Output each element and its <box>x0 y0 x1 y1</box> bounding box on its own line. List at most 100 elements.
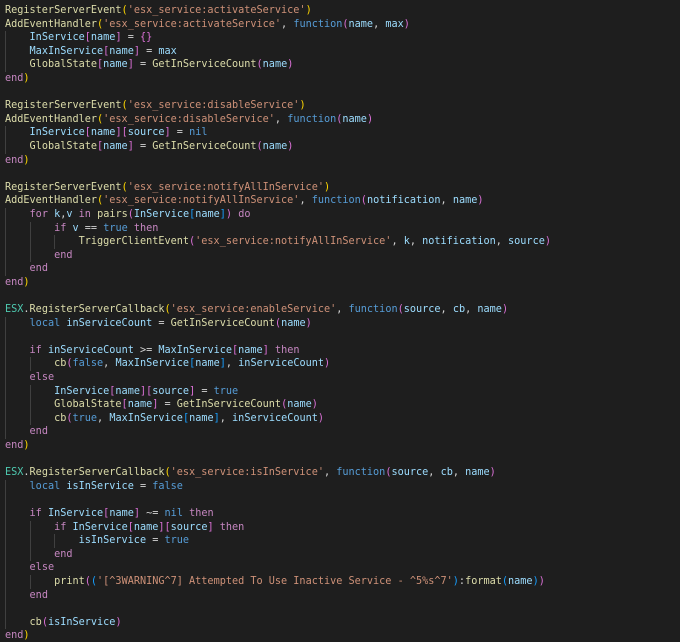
code-line[interactable]: end <box>5 248 551 263</box>
code-token: = <box>170 127 190 139</box>
code-token: name <box>262 59 288 71</box>
code-line[interactable]: end) <box>5 276 551 290</box>
code-line[interactable]: print(('[^3WARNING^7] Attempted To Use I… <box>5 574 551 589</box>
code-token: >= <box>133 344 159 356</box>
code-token: ESX <box>5 304 24 316</box>
code-token: name <box>90 127 116 139</box>
code-token: MaxInService <box>109 412 183 424</box>
code-line[interactable]: else <box>5 561 551 575</box>
code-line[interactable]: AddEventHandler('esx_service:disableServ… <box>5 113 551 127</box>
code-token: do <box>238 208 251 220</box>
code-token: then <box>133 222 159 234</box>
code-token: format <box>465 575 502 587</box>
code-token: 'esx_service:activateService' <box>127 5 306 16</box>
code-line[interactable]: end) <box>5 629 551 642</box>
code-editor[interactable]: RegisterServerEvent('esx_service:activat… <box>0 0 680 642</box>
code-line[interactable]: if v == true then <box>5 221 551 236</box>
code-line[interactable]: MaxInService[name] = max <box>5 44 551 59</box>
code-token: false <box>72 358 104 370</box>
code-line[interactable]: GlobalState[name] = GetInServiceCount(na… <box>5 139 551 154</box>
code-token: 'esx_service:disableService' <box>103 113 275 125</box>
indent-guide <box>29 398 31 412</box>
code-token: local <box>29 317 61 329</box>
code-line[interactable]: if InService[name] ~= nil then <box>5 506 551 521</box>
code-token: cb <box>440 467 453 479</box>
code-token: max <box>158 45 177 57</box>
code-line[interactable]: local inServiceCount = GetInServiceCount… <box>5 316 551 331</box>
code-line[interactable]: end <box>5 262 551 276</box>
code-token: inServiceCount <box>232 412 318 424</box>
code-line[interactable]: end <box>5 547 551 562</box>
code-token: in <box>78 208 91 220</box>
code-line[interactable]: RegisterServerEvent('esx_service:activat… <box>5 4 551 18</box>
code-token: InService <box>133 208 190 220</box>
code-line[interactable]: ESX.RegisterServerCallback('esx_service:… <box>5 303 551 317</box>
code-token: isInService <box>78 535 147 547</box>
code-line[interactable] <box>5 493 551 507</box>
indent-guide <box>5 547 6 562</box>
code-line[interactable] <box>5 289 551 303</box>
code-line[interactable] <box>5 602 551 616</box>
code-token: ) <box>287 59 294 71</box>
code-line[interactable]: GlobalState[name] = GetInServiceCount(na… <box>5 58 551 72</box>
code-line[interactable]: InService[name][source] = true <box>5 384 551 399</box>
code-line[interactable]: local isInService = false <box>5 479 551 494</box>
code-line[interactable]: if inServiceCount >= MaxInService[name] … <box>5 343 551 358</box>
code-token: name <box>238 344 263 356</box>
code-line[interactable]: TriggerClientEvent('esx_service:notifyAl… <box>5 235 551 249</box>
code-line[interactable]: RegisterServerEvent('esx_service:notifyA… <box>5 181 551 195</box>
indent-guide <box>5 343 6 358</box>
indent-guide <box>5 615 6 630</box>
code-token: InService <box>54 385 110 397</box>
code-line[interactable] <box>5 167 551 181</box>
code-line[interactable]: ESX.RegisterServerCallback('esx_service:… <box>5 466 551 480</box>
code-line[interactable]: InService[name] = {} <box>5 31 551 45</box>
code-token: ) <box>299 100 306 112</box>
indent-guide <box>5 561 6 575</box>
code-line[interactable]: end) <box>5 154 551 168</box>
code-line[interactable]: end <box>5 425 551 439</box>
code-line[interactable]: cb(isInService) <box>5 615 551 630</box>
code-token: local <box>29 480 61 492</box>
code-token: , <box>336 304 349 316</box>
code-line[interactable]: end) <box>5 72 551 86</box>
code-line[interactable]: AddEventHandler('esx_service:activateSer… <box>5 18 551 32</box>
code-token: name <box>127 399 153 411</box>
code-line[interactable]: AddEventHandler('esx_service:notifyAllIn… <box>5 194 551 208</box>
code-line[interactable]: if InService[name][source] then <box>5 520 551 535</box>
code-line[interactable]: end) <box>5 439 551 453</box>
indent-guide <box>29 221 31 236</box>
code-content[interactable]: RegisterServerEvent('esx_service:activat… <box>5 4 551 642</box>
code-line[interactable] <box>5 86 551 100</box>
code-token: true <box>103 222 128 234</box>
code-line[interactable] <box>5 330 551 344</box>
code-line[interactable]: InService[name][source] = nil <box>5 126 551 140</box>
code-line[interactable]: RegisterServerEvent('esx_service:disable… <box>5 99 551 113</box>
code-token: ) <box>305 5 312 16</box>
code-token: AddEventHandler <box>5 113 98 125</box>
code-token: notification <box>366 195 441 207</box>
code-line[interactable] <box>5 453 551 467</box>
code-line[interactable]: GlobalState[name] = GetInServiceCount(na… <box>5 398 551 412</box>
code-line[interactable]: end <box>5 588 551 603</box>
code-token: 'esx_service:notifyAllInService' <box>127 181 324 193</box>
code-line[interactable]: cb(true, MaxInService[name], inServiceCo… <box>5 411 551 426</box>
code-token: = <box>158 399 177 411</box>
indent-guide <box>5 384 6 399</box>
code-token: source <box>391 467 429 479</box>
code-token: max <box>385 18 404 30</box>
code-token: for <box>29 208 48 220</box>
code-line[interactable]: cb(false, MaxInService[name], inServiceC… <box>5 357 551 372</box>
code-line[interactable]: else <box>5 371 551 385</box>
code-token: = <box>133 480 153 492</box>
code-line[interactable]: for k,v in pairs(InService[name]) do <box>5 207 551 222</box>
code-token: source <box>170 521 208 533</box>
indent-guide <box>5 44 6 59</box>
code-line[interactable]: isInService = true <box>5 534 551 548</box>
